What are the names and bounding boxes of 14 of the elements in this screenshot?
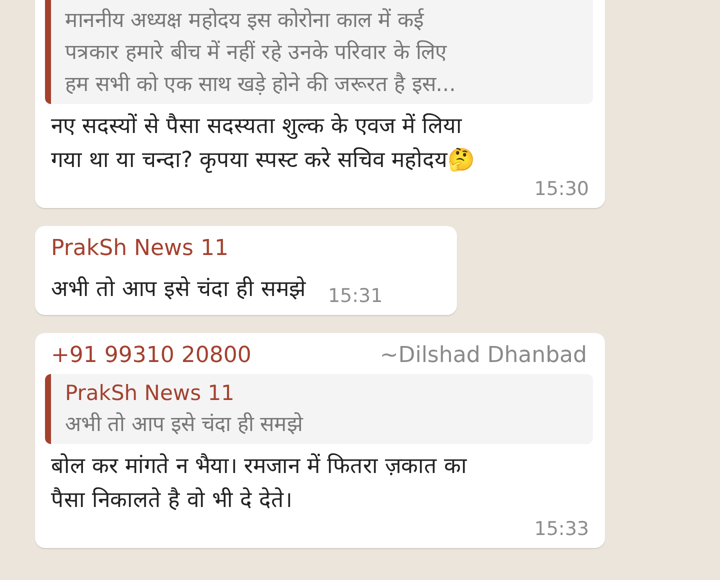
sender-name: +91 99310 20800 — [51, 343, 252, 368]
quoted-text: अभी तो आप इसे चंदा ही समझे — [65, 411, 304, 438]
quoted-sender: PrakSh News 11 — [65, 380, 236, 407]
quoted-message[interactable]: PrakSh News 11 अभी तो आप इसे चंदा ही समझे — [45, 374, 593, 444]
message-time: 15:30 — [534, 178, 589, 200]
sender-alias: ~Dilshad Dhanbad — [380, 343, 587, 368]
quoted-message[interactable]: माननीय अध्यक्ष महोदय इस कोरोना काल में कई पत्रकार हमारे बीच में नहीं रहे उनके परिवार के लिए हम सभी को एक साथ खड़े होने की जरूरत है इस... — [45, 0, 593, 104]
message-text: बोल कर मांगते न भैया। रमजान में फितरा ज़कात का पैसा निकालते है वो भी दे देते। — [51, 452, 468, 515]
quoted-text: माननीय अध्यक्ष महोदय इस कोरोना काल में कई पत्रकार हमारे बीच में नहीं रहे उनके परिवार के लिए हम सभी को एक साथ खड़े होने की जरूरत है इस... — [65, 7, 457, 98]
message-time: 15:33 — [534, 518, 589, 540]
message-text: नए सदस्यों से पैसा सदस्यता शुल्क के एवज में लिया गया था या चन्दा? कृपया स्पस्ट करे सचिव महोदय🤔 — [51, 112, 476, 175]
message-time: 15:31 — [328, 285, 383, 307]
message-text: अभी तो आप इसे चंदा ही समझे — [51, 275, 306, 304]
sender-name: PrakSh News 11 — [51, 236, 228, 261]
